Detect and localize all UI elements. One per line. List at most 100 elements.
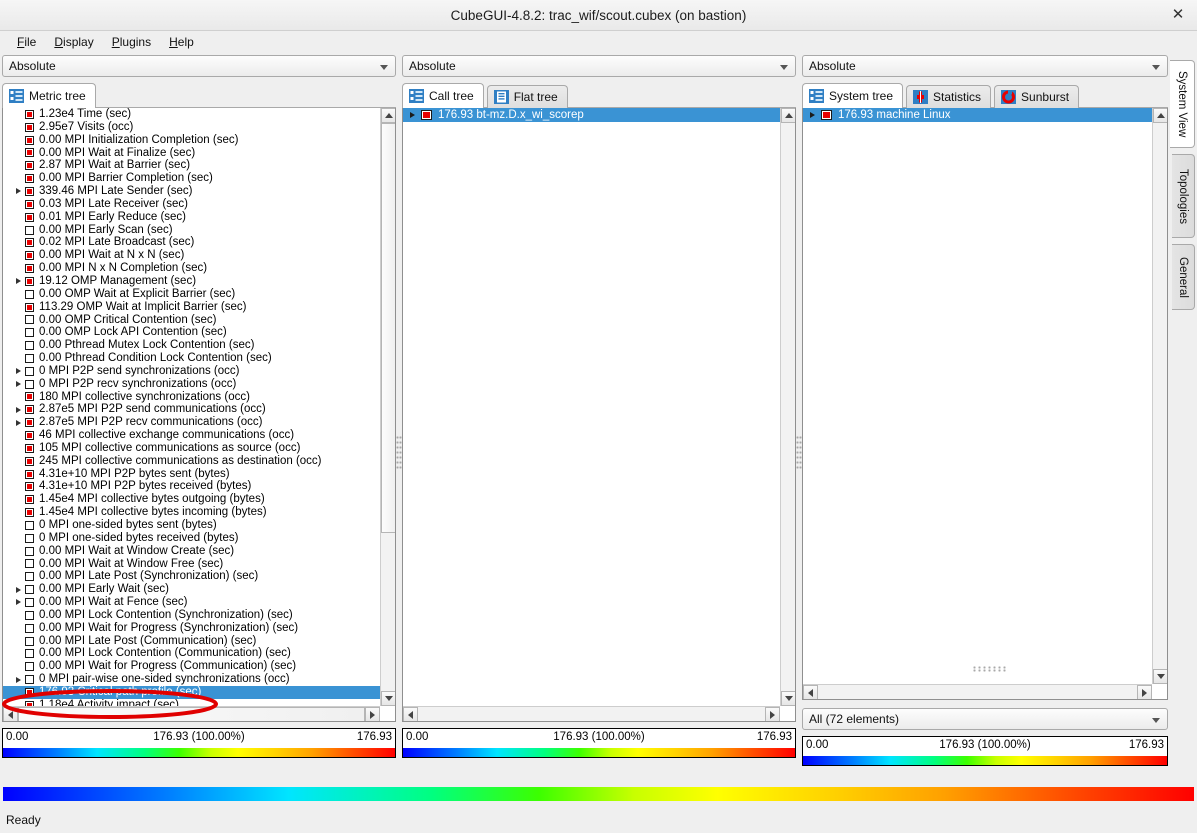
metric-tree-view[interactable]: 1.23e4 Time (sec)2.95e7 Visits (occ)0.00… <box>2 108 396 722</box>
expand-arrow-icon[interactable] <box>407 112 418 118</box>
system-element-selector[interactable]: All (72 elements) <box>802 708 1168 730</box>
metric-horizontal-scrollbar[interactable] <box>3 706 380 721</box>
tree-row[interactable]: 0.00 MPI Wait at N x N (sec) <box>3 249 380 262</box>
system-tree-view[interactable]: 176.93 machine Linux <box>802 108 1168 700</box>
tree-row[interactable]: 0.00 Pthread Mutex Lock Contention (sec) <box>3 339 380 352</box>
expand-arrow-icon[interactable] <box>13 420 24 426</box>
tree-row[interactable]: 0 MPI one-sided bytes sent (bytes) <box>3 519 380 532</box>
tree-row[interactable]: 180 MPI collective synchronizations (occ… <box>3 391 380 404</box>
scroll-down-icon[interactable] <box>1153 669 1168 684</box>
tree-row[interactable]: 0.00 MPI Wait for Progress (Synchronizat… <box>3 622 380 635</box>
tab-metric-tree[interactable]: Metric tree <box>2 83 96 108</box>
expand-arrow-icon[interactable] <box>13 381 24 387</box>
tree-row[interactable]: 0.00 MPI Wait at Window Free (sec) <box>3 558 380 571</box>
tree-row[interactable]: 2.95e7 Visits (occ) <box>3 121 380 134</box>
metric-vertical-scrollbar[interactable] <box>380 108 395 706</box>
tree-row[interactable]: 0.02 MPI Late Broadcast (sec) <box>3 236 380 249</box>
rail-tab-topologies[interactable]: Topologies <box>1172 154 1195 238</box>
tree-row[interactable]: 0 MPI P2P recv synchronizations (occ) <box>3 378 380 391</box>
tab-call-tree[interactable]: Call tree <box>402 83 484 108</box>
tree-row[interactable]: 0.01 MPI Early Reduce (sec) <box>3 211 380 224</box>
scroll-left-icon[interactable] <box>803 685 818 700</box>
tree-row[interactable]: 2.87e5 MPI P2P send communications (occ) <box>3 403 380 416</box>
tree-row[interactable]: 0 MPI P2P send synchronizations (occ) <box>3 365 380 378</box>
tree-row[interactable]: 0.00 OMP Critical Contention (sec) <box>3 314 380 327</box>
scroll-right-icon[interactable] <box>365 707 380 722</box>
rail-tab-general[interactable]: General <box>1172 244 1195 310</box>
expand-arrow-icon[interactable] <box>807 112 818 118</box>
metric-hscroll-thumb[interactable] <box>18 707 365 722</box>
expand-arrow-icon[interactable] <box>13 407 24 413</box>
tree-row[interactable]: 1.45e4 MPI collective bytes outgoing (by… <box>3 493 380 506</box>
tree-row[interactable]: 0.00 MPI Early Wait (sec) <box>3 583 380 596</box>
tree-row[interactable]: 176.93 bt-mz.D.x_wi_scorep <box>403 108 780 122</box>
tree-row[interactable]: 1.18e4 Activity impact (sec) <box>3 699 380 706</box>
tree-row[interactable]: 245 MPI collective communications as des… <box>3 455 380 468</box>
tree-row[interactable]: 4.31e+10 MPI P2P bytes sent (bytes) <box>3 468 380 481</box>
expand-arrow-icon[interactable] <box>13 599 24 605</box>
tree-row[interactable]: 0.00 Pthread Condition Lock Contention (… <box>3 352 380 365</box>
system-vertical-scrollbar[interactable] <box>1152 108 1167 684</box>
scroll-up-icon[interactable] <box>381 108 396 123</box>
tree-row[interactable]: 0.00 MPI Wait at Window Create (sec) <box>3 545 380 558</box>
tab-statistics[interactable]: Statistics <box>906 85 991 108</box>
scroll-down-icon[interactable] <box>781 691 796 706</box>
tree-row[interactable]: 0.00 MPI Barrier Completion (sec) <box>3 172 380 185</box>
scroll-right-icon[interactable] <box>1137 685 1152 700</box>
tree-row[interactable]: 0.00 MPI N x N Completion (sec) <box>3 262 380 275</box>
tree-row[interactable]: 105 MPI collective communications as sou… <box>3 442 380 455</box>
tab-flat-tree[interactable]: Flat tree <box>487 85 568 108</box>
expand-arrow-icon[interactable] <box>13 278 24 284</box>
scroll-up-icon[interactable] <box>781 108 796 123</box>
expand-arrow-icon[interactable] <box>13 368 24 374</box>
tree-row[interactable]: 0.00 OMP Wait at Explicit Barrier (sec) <box>3 288 380 301</box>
menu-display[interactable]: Display <box>45 33 102 51</box>
expand-arrow-icon[interactable] <box>13 587 24 593</box>
tree-row[interactable]: 0.03 MPI Late Receiver (sec) <box>3 198 380 211</box>
rail-tab-system-view[interactable]: System View <box>1170 60 1195 148</box>
close-icon[interactable]: ✕ <box>1169 7 1187 25</box>
expand-arrow-icon[interactable] <box>13 677 24 683</box>
system-mode-selector[interactable]: Absolute <box>802 55 1168 77</box>
system-horizontal-scrollbar[interactable] <box>803 684 1152 699</box>
scroll-right-icon[interactable] <box>765 707 780 722</box>
tree-row[interactable]: 1.45e4 MPI collective bytes incoming (by… <box>3 506 380 519</box>
expand-arrow-icon[interactable] <box>13 188 24 194</box>
tree-row[interactable]: 176.93 machine Linux <box>803 108 1152 122</box>
tree-row[interactable]: 0.00 MPI Wait at Fence (sec) <box>3 596 380 609</box>
scroll-down-icon[interactable] <box>381 691 396 706</box>
tree-row[interactable]: 0.00 MPI Late Post (Communication) (sec) <box>3 635 380 648</box>
call-horizontal-scrollbar[interactable] <box>403 706 780 721</box>
tree-row[interactable]: 0.00 MPI Wait at Finalize (sec) <box>3 147 380 160</box>
call-vertical-scrollbar[interactable] <box>780 108 795 706</box>
scroll-left-icon[interactable] <box>3 707 18 722</box>
menu-plugins[interactable]: Plugins <box>103 33 160 51</box>
tab-sunburst[interactable]: Sunburst <box>994 85 1079 108</box>
tree-row[interactable]: 176.93 Critical path profile (sec) <box>3 686 380 699</box>
tree-row[interactable]: 0.00 MPI Lock Contention (Communication)… <box>3 647 380 660</box>
tree-row[interactable]: 0 MPI one-sided bytes received (bytes) <box>3 532 380 545</box>
menu-help[interactable]: Help <box>160 33 203 51</box>
tree-row[interactable]: 0.00 OMP Lock API Contention (sec) <box>3 326 380 339</box>
system-splitter-handle[interactable] <box>972 666 1006 672</box>
tree-row[interactable]: 1.23e4 Time (sec) <box>3 108 380 121</box>
tree-row[interactable]: 46 MPI collective exchange communication… <box>3 429 380 442</box>
call-tree-view[interactable]: 176.93 bt-mz.D.x_wi_scorep <box>402 108 796 722</box>
metric-mode-selector[interactable]: Absolute <box>2 55 396 77</box>
tree-row[interactable]: 339.46 MPI Late Sender (sec) <box>3 185 380 198</box>
tree-row[interactable]: 0.00 MPI Lock Contention (Synchronizatio… <box>3 609 380 622</box>
tree-row[interactable]: 2.87 MPI Wait at Barrier (sec) <box>3 159 380 172</box>
tab-system-tree[interactable]: System tree <box>802 83 903 108</box>
menu-file[interactable]: File <box>8 33 45 51</box>
scroll-up-icon[interactable] <box>1153 108 1168 123</box>
scroll-left-icon[interactable] <box>403 707 418 722</box>
tree-row[interactable]: 0.00 MPI Wait for Progress (Communicatio… <box>3 660 380 673</box>
tree-row[interactable]: 19.12 OMP Management (sec) <box>3 275 380 288</box>
tree-row[interactable]: 0.00 MPI Early Scan (sec) <box>3 224 380 237</box>
tree-row[interactable]: 0.00 MPI Initialization Completion (sec) <box>3 134 380 147</box>
metric-scroll-thumb[interactable] <box>381 123 396 533</box>
tree-row[interactable]: 113.29 OMP Wait at Implicit Barrier (sec… <box>3 301 380 314</box>
tree-row[interactable]: 0.00 MPI Late Post (Synchronization) (se… <box>3 570 380 583</box>
tree-row[interactable]: 2.87e5 MPI P2P recv communications (occ) <box>3 416 380 429</box>
call-mode-selector[interactable]: Absolute <box>402 55 796 77</box>
